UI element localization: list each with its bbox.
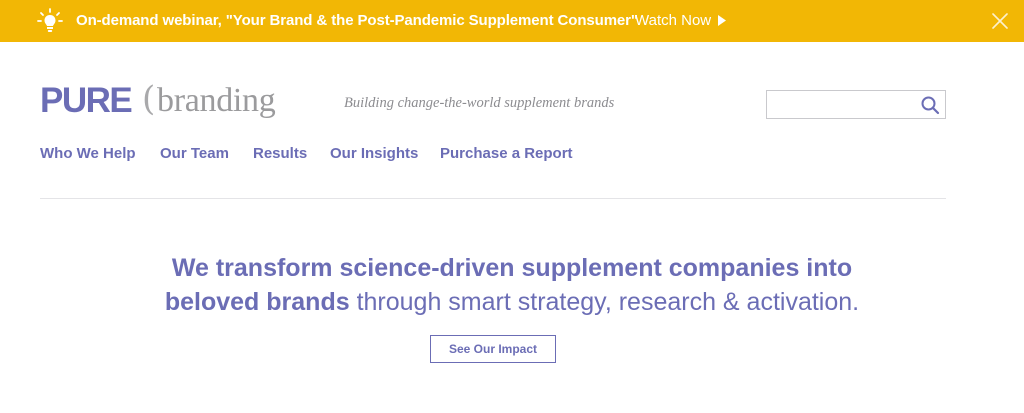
hero-headline-line2: beloved brands through smart strategy, r…: [0, 287, 1024, 317]
nav-our-team[interactable]: Our Team: [160, 145, 229, 162]
close-icon[interactable]: [990, 11, 1010, 31]
nav-our-insights[interactable]: Our Insights: [330, 145, 418, 162]
hero-emphasis: beloved brands: [164, 288, 350, 316]
logo-branding: branding: [157, 82, 276, 119]
promo-text: On-demand webinar, "Your Brand & the Pos…: [76, 12, 638, 29]
search-box: [766, 90, 946, 119]
logo-pure: PURE: [40, 81, 133, 120]
nav-results[interactable]: Results: [253, 145, 307, 162]
search-icon[interactable]: [920, 95, 940, 115]
play-triangle-icon[interactable]: [718, 15, 726, 26]
nav-divider: [40, 198, 946, 199]
nav-purchase-a-report[interactable]: Purchase a Report: [440, 145, 573, 162]
logo-paren: (: [142, 79, 156, 119]
hero-line2-text: through smart strategy, research & activ…: [349, 288, 860, 316]
see-our-impact-button[interactable]: See Our Impact: [430, 335, 556, 363]
lightbulb-icon: [37, 8, 63, 32]
nav-who-we-help[interactable]: Who We Help: [40, 145, 136, 162]
watch-now-link[interactable]: Watch Now: [635, 12, 711, 29]
hero-headline-line1: We transform science-driven supplement c…: [171, 254, 853, 282]
tagline: Building change-the-world supplement bra…: [344, 95, 615, 111]
search-input[interactable]: [767, 91, 917, 118]
promo-banner: On-demand webinar, "Your Brand & the Pos…: [0, 0, 1024, 42]
